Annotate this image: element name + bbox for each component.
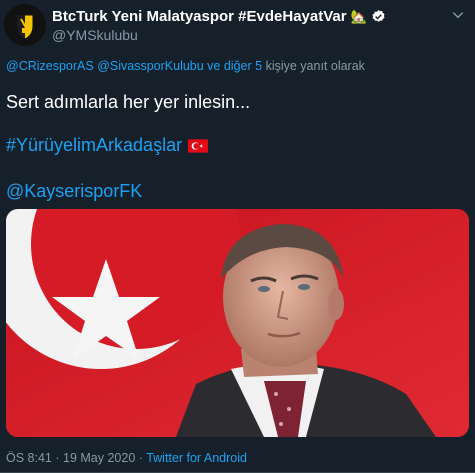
hashtag-line: #YürüyelimArkadaşlar [6, 134, 209, 156]
avatar[interactable] [4, 4, 46, 46]
turkey-flag-icon [188, 139, 209, 153]
meta-separator: · [138, 451, 143, 465]
hashtag-link[interactable]: #YürüyelimArkadaşlar [6, 135, 182, 155]
verified-badge-icon [372, 9, 385, 22]
author-name-row[interactable]: BtcTurk Yeni Malatyaspor #EvdeHayatVar 🏡 [52, 6, 386, 26]
reply-mention-link[interactable]: @CRizesporAS [6, 59, 94, 73]
reply-suffix: kişiye yanıt olarak [265, 59, 365, 73]
meta-separator: · [55, 451, 60, 465]
reply-context: @CRizesporAS @SivassporKulubu ve diğer 5… [6, 59, 365, 73]
chevron-down-icon[interactable] [449, 6, 467, 24]
club-logo-icon [4, 4, 46, 46]
tweet-date[interactable]: 19 May 2020 [63, 451, 135, 465]
tweet: BtcTurk Yeni Malatyaspor #EvdeHayatVar 🏡… [0, 0, 475, 473]
author-display-name[interactable]: BtcTurk Yeni Malatyaspor #EvdeHayatVar [52, 8, 347, 25]
tweet-time[interactable]: ÖS 8:41 [6, 451, 52, 465]
portrait-photo-image [6, 209, 469, 437]
author-handle[interactable]: @YMSkulubu [52, 27, 138, 43]
tweet-source-link[interactable]: Twitter for Android [146, 451, 247, 465]
tweet-text: Sert adımlarla her yer inlesin... [6, 92, 251, 112]
reply-mention-link[interactable]: @SivassporKulubu ve diğer 5 [97, 59, 262, 73]
house-emoji-icon: 🏡 [350, 8, 367, 24]
mention-link[interactable]: @KayserisporFK [6, 180, 142, 202]
tweet-photo[interactable] [6, 209, 469, 437]
tweet-timestamp-row: ÖS 8:41 · 19 May 2020 · Twitter for Andr… [6, 451, 247, 465]
